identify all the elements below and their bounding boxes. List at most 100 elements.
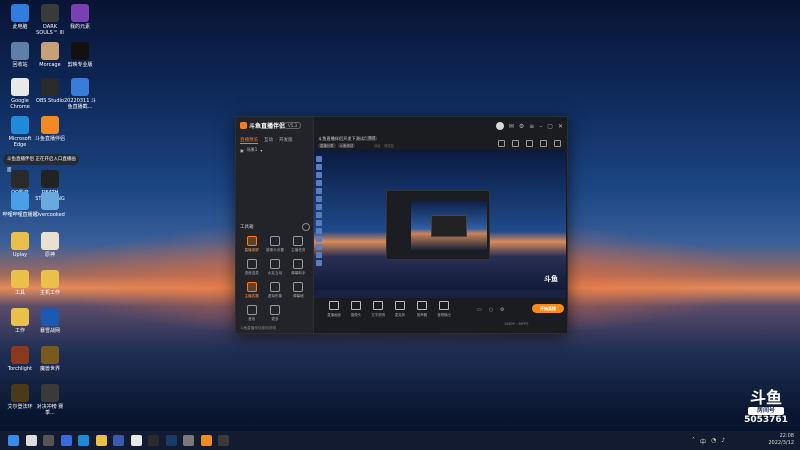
desktop-icon[interactable]: 主机工作: [32, 270, 68, 296]
room-tag[interactable]: 直播分类: [318, 143, 336, 148]
tool-item[interactable]: 弹幕助手: [287, 259, 310, 276]
app-logo-text: 斗鱼直播伴侣: [249, 123, 286, 130]
widgets-icon[interactable]: [60, 435, 72, 446]
preview-icon: [316, 188, 322, 194]
fullscreen-icon[interactable]: [554, 140, 561, 147]
dark-souls-icon: [41, 4, 59, 22]
network-icon[interactable]: ◔: [711, 437, 716, 446]
desktop-icon[interactable]: 斗鱼直播伴侣: [32, 116, 68, 142]
help-link[interactable]: 斗鱼直播伴侣使用说明: [240, 326, 276, 331]
store-icon[interactable]: [113, 435, 124, 446]
clock-date: 2022/3/12: [768, 440, 794, 446]
desktop-icon[interactable]: Overcooked: [32, 192, 68, 218]
room-tag[interactable]: 斗鱼测试: [337, 143, 356, 148]
torchlight-icon: [11, 346, 29, 364]
chrome-icon[interactable]: [130, 435, 142, 446]
clock[interactable]: 22:08 2022/3/12: [768, 433, 794, 447]
tool-item[interactable]: 语音连麦: [240, 259, 263, 276]
desktop-icon[interactable]: 对决冲榜 赛季...: [32, 384, 68, 416]
minimize-icon[interactable]: –: [539, 123, 542, 130]
mic-toggle-icon[interactable]: ○: [489, 307, 493, 313]
tool-icon: [293, 259, 304, 269]
tool-item[interactable]: 弹幕墙: [287, 282, 310, 299]
control-item[interactable]: 直播画面: [324, 301, 344, 317]
volume-icon[interactable]: ♪: [721, 437, 725, 446]
control-item[interactable]: 音频输出: [434, 301, 454, 317]
control-item[interactable]: 扬声器: [412, 301, 432, 317]
version-badge[interactable]: V5.3: [284, 122, 302, 129]
document-icon: [71, 78, 89, 96]
tool-item[interactable]: 摄像头设置: [263, 236, 286, 253]
screenshot-icon[interactable]: [498, 140, 505, 147]
user-avatar[interactable]: [495, 122, 504, 130]
tool-item[interactable]: 音效: [240, 305, 263, 322]
ime-indicator[interactable]: 中: [700, 437, 706, 446]
record-icon[interactable]: [526, 140, 533, 147]
layout-icon[interactable]: [540, 140, 547, 147]
streaming-app-window[interactable]: 斗鱼直播伴侣 V5.3 直播预览 互动 开发版 ▣ 场景1 ▾ 工具箱 直播录屏…: [235, 116, 568, 334]
tab-dev[interactable]: 开发版: [279, 137, 293, 144]
maximize-icon[interactable]: ▢: [547, 123, 553, 130]
tool-item[interactable]: 直播录屏: [240, 236, 263, 253]
search-icon[interactable]: [25, 435, 37, 446]
gear-icon[interactable]: ⚙: [500, 307, 504, 313]
app-icon[interactable]: [183, 435, 194, 446]
control-item[interactable]: 摄像头: [346, 301, 366, 317]
close-icon[interactable]: ✕: [558, 123, 563, 130]
control-item[interactable]: 文字说明: [368, 301, 388, 317]
room-title[interactable]: 斗鱼直播伴侣开发下测试用本: [318, 136, 372, 142]
desktop-icon-label: 对决冲榜 赛季...: [36, 404, 64, 416]
message-icon[interactable]: ✉: [509, 123, 514, 130]
tool-label: 主播任务: [291, 248, 306, 252]
tab-interact[interactable]: 互动: [264, 137, 273, 144]
notification-toast[interactable]: 斗鱼直播伴侣 正在开启入口直播画面: [3, 154, 79, 173]
qq-player-icon: [11, 170, 29, 188]
edge-icon[interactable]: [78, 435, 89, 446]
task-view-icon[interactable]: [43, 435, 54, 446]
desktop-icon-label: 斗鱼直播伴侣: [34, 136, 65, 142]
obs-icon[interactable]: [148, 435, 159, 446]
scene-row[interactable]: ▣ 场景1 ▾: [240, 147, 262, 153]
douyu-icon[interactable]: [200, 435, 212, 446]
live-preview[interactable]: 斗鱼: [314, 150, 566, 298]
desktop-icon[interactable]: 魔兽世界: [32, 346, 68, 372]
desktop-icon[interactable]: 20220311 斗鱼直播截...: [62, 78, 98, 110]
tool-item[interactable]: 主播答题: [240, 282, 263, 299]
tool-item[interactable]: 水友互动: [263, 259, 286, 276]
control-icon: [417, 301, 427, 310]
preview-icon: [316, 236, 322, 242]
tool-item[interactable]: 更多: [263, 305, 286, 322]
settings-icon[interactable]: ⚙: [519, 123, 524, 130]
genshin-icon: [41, 232, 59, 250]
steam-icon[interactable]: [165, 435, 177, 446]
start-stream-button[interactable]: 开始直播: [532, 304, 564, 313]
menu-icon[interactable]: ≡: [529, 123, 534, 130]
control-label: 直播画面: [327, 313, 341, 317]
game-icon[interactable]: [218, 435, 229, 446]
desktop-icon-label: 原神: [44, 252, 55, 258]
preview-douyu-logo: 斗鱼: [544, 275, 558, 283]
app-sidebar: 斗鱼直播伴侣 V5.3 直播预览 互动 开发版 ▣ 场景1 ▾ 工具箱 直播录屏…: [236, 117, 314, 333]
explorer-icon[interactable]: [95, 435, 107, 446]
tool-item[interactable]: 虚拟形象: [263, 282, 286, 299]
tools-settings-icon[interactable]: [302, 223, 310, 231]
tool-item[interactable]: 主播任务: [287, 236, 310, 253]
windows-icon[interactable]: [8, 435, 19, 446]
control-item[interactable]: 麦克风: [390, 301, 410, 317]
control-label: 文字说明: [371, 313, 385, 317]
tool-label: 语音连麦: [244, 271, 259, 275]
desktop-icon[interactable]: 我的元素: [62, 4, 98, 30]
desktop-icon[interactable]: 暴雪战网: [32, 308, 68, 334]
preview-icon: [316, 180, 322, 186]
desktop-icon[interactable]: 原神: [32, 232, 68, 258]
chevron-up-icon[interactable]: ˄: [692, 437, 695, 446]
battlenet-icon: [41, 308, 59, 326]
tool-icon: [269, 259, 280, 269]
tool-label: 弹幕墙: [292, 294, 304, 298]
lock-icon[interactable]: [512, 140, 519, 147]
camera-toggle-icon[interactable]: ▭: [477, 307, 482, 313]
preview-icon: [316, 204, 322, 210]
tab-preview[interactable]: 直播预览: [240, 137, 258, 144]
douyu-companion-icon: [41, 116, 59, 134]
desktop-icon[interactable]: 剪映专业版: [62, 42, 98, 68]
